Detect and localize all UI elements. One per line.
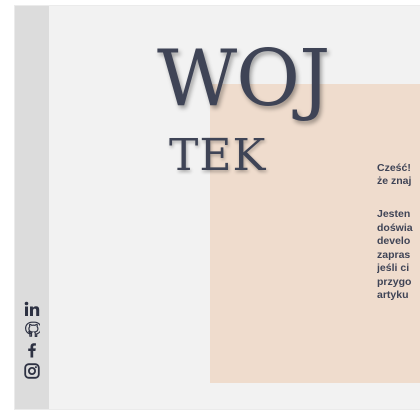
- about-line: Jesten: [377, 208, 411, 220]
- about-line: develo: [377, 235, 411, 247]
- instagram-icon[interactable]: [23, 362, 41, 380]
- about-line: przygo: [377, 275, 412, 288]
- linkedin-glyph: [24, 301, 40, 316]
- about-line: artyku: [377, 289, 409, 301]
- facebook-icon[interactable]: [23, 341, 41, 359]
- linkedin-icon[interactable]: [23, 300, 41, 318]
- about-text: Jesten doświa develo zapras jeśli ci prz…: [377, 208, 420, 303]
- about-line: zapras: [377, 248, 411, 261]
- greeting-line: że znaj: [377, 175, 412, 187]
- greeting-line: Cześć!: [377, 162, 411, 174]
- hero-title-first: WOJ: [157, 34, 330, 124]
- facebook-glyph: [28, 343, 36, 358]
- social-sidebar: [15, 6, 49, 409]
- github-glyph: [24, 321, 40, 337]
- instagram-glyph: [24, 363, 40, 379]
- about-line: jeśli ci: [377, 262, 410, 274]
- page: WOJ TEK Cześć! że znaj Jesten doświa dev…: [15, 6, 420, 409]
- greeting-text: Cześć! że znaj: [377, 162, 420, 188]
- github-icon[interactable]: [23, 320, 41, 338]
- about-line: doświa: [377, 221, 413, 234]
- hero-title-second: TEK: [169, 130, 267, 181]
